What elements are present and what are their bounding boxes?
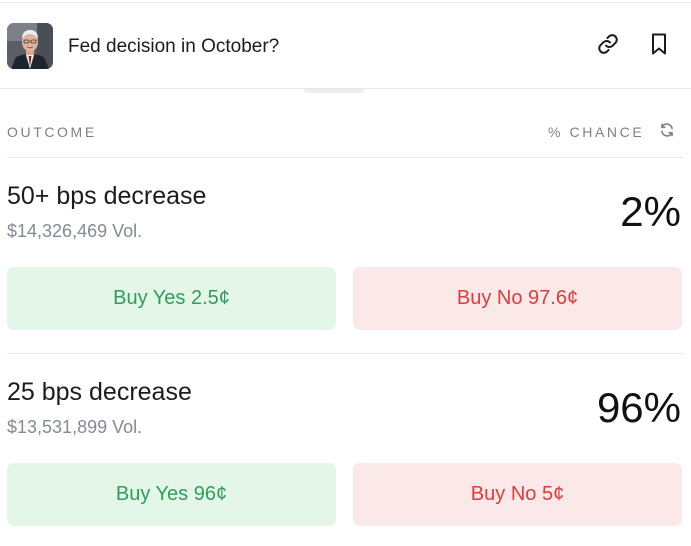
- outcome-volume: $14,326,469 Vol.: [7, 221, 143, 241]
- outcome-name: 50+ bps decrease: [7, 182, 207, 210]
- refresh-button[interactable]: [658, 122, 676, 143]
- outcome-divider: [7, 353, 683, 354]
- link-icon: [596, 32, 620, 61]
- outcome-column-header: OUTCOME: [7, 124, 97, 140]
- buy-no-label: Buy No 5¢: [470, 483, 565, 505]
- market-title: Fed decision in October?: [68, 36, 280, 57]
- buy-yes-button[interactable]: Buy Yes 96¢: [7, 463, 336, 526]
- outcome-chance: 96%: [596, 384, 681, 431]
- market-avatar: [7, 23, 53, 69]
- bookmark-icon: [648, 32, 670, 61]
- buy-no-button[interactable]: Buy No 5¢: [353, 463, 682, 526]
- outcome-volume: $13,531,899 Vol.: [7, 417, 143, 437]
- column-header-divider: [7, 157, 683, 158]
- buy-no-label: Buy No 97.6¢: [456, 287, 579, 309]
- refresh-icon: [659, 122, 675, 143]
- buy-no-button[interactable]: Buy No 97.6¢: [353, 267, 682, 330]
- market-panel: Fed decision in October? OUTCOME % CHANC…: [0, 0, 691, 546]
- buy-yes-button[interactable]: Buy Yes 2.5¢: [7, 267, 336, 330]
- chance-column-header: % CHANCE: [548, 124, 645, 140]
- market-header: Fed decision in October?: [0, 3, 691, 89]
- buy-yes-label: Buy Yes 96¢: [115, 483, 228, 505]
- buy-yes-label: Buy Yes 2.5¢: [113, 287, 230, 309]
- outcome-name: 25 bps decrease: [7, 378, 192, 406]
- outcome-chance: 2%: [620, 188, 681, 235]
- copy-link-button[interactable]: [595, 33, 621, 59]
- drag-handle[interactable]: [304, 89, 364, 93]
- bookmark-button[interactable]: [646, 33, 672, 59]
